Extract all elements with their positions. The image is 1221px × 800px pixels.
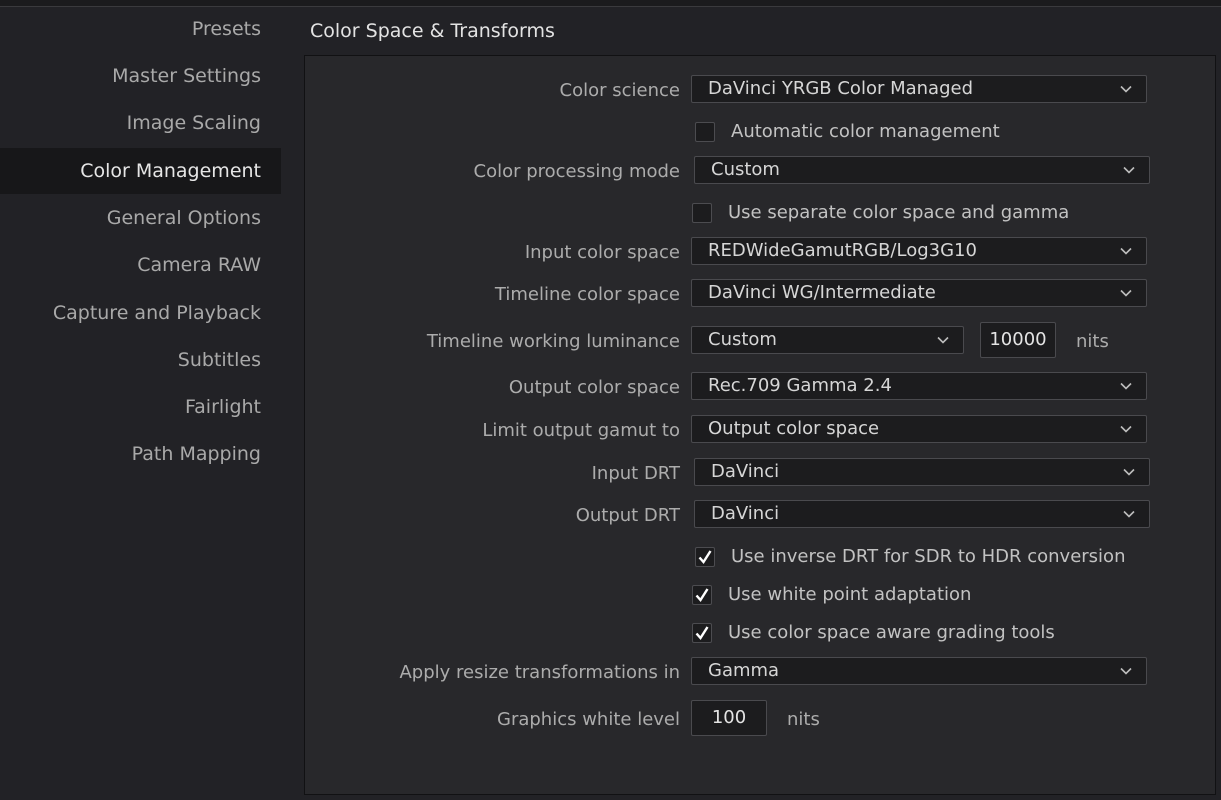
row-color-processing-mode: Color processing mode Custom — [305, 156, 1215, 190]
color-science-label: Color science — [559, 80, 680, 101]
timeline-luminance-nits-input[interactable]: 10000 — [980, 322, 1056, 358]
resize-transformations-value: Gamma — [708, 660, 780, 681]
color-processing-mode-label: Color processing mode — [473, 161, 681, 182]
input-drt-dropdown[interactable]: DaVinci — [694, 458, 1150, 486]
auto-color-management-checkbox[interactable] — [695, 122, 715, 142]
chevron-down-icon — [1120, 83, 1132, 95]
settings-sidebar: Presets Master Settings Image Scaling Co… — [0, 6, 281, 800]
chevron-down-icon — [1120, 245, 1132, 257]
timeline-color-space-label: Timeline color space — [494, 284, 680, 305]
timeline-luminance-value: Custom — [708, 329, 777, 350]
color-processing-mode-value: Custom — [711, 159, 780, 180]
timeline-color-space-value: DaVinci WG/Intermediate — [708, 282, 936, 303]
timeline-luminance-unit: nits — [1076, 331, 1109, 352]
inverse-drt-label: Use inverse DRT for SDR to HDR conversio… — [731, 546, 1126, 567]
input-drt-label: Input DRT — [591, 463, 680, 484]
chevron-down-icon — [1120, 287, 1132, 299]
limit-output-gamut-dropdown[interactable]: Output color space — [691, 415, 1147, 443]
sidebar-item-presets[interactable]: Presets — [0, 6, 281, 52]
resize-transformations-label: Apply resize transformations in — [399, 662, 680, 683]
row-timeline-color-space: Timeline color space DaVinci WG/Intermed… — [305, 279, 1215, 313]
cs-aware-tools-label: Use color space aware grading tools — [728, 622, 1055, 643]
output-drt-dropdown[interactable]: DaVinci — [694, 500, 1150, 528]
row-output-color-space: Output color space Rec.709 Gamma 2.4 — [305, 372, 1215, 406]
sidebar-item-master-settings[interactable]: Master Settings — [0, 53, 281, 99]
output-color-space-value: Rec.709 Gamma 2.4 — [708, 375, 892, 396]
row-output-drt: Output DRT DaVinci — [305, 500, 1215, 534]
check-icon — [695, 588, 709, 602]
limit-output-gamut-label: Limit output gamut to — [482, 420, 680, 441]
graphics-white-level-input[interactable]: 100 — [691, 700, 767, 736]
sidebar-item-color-management[interactable]: Color Management — [0, 148, 281, 194]
row-input-color-space: Input color space REDWideGamutRGB/Log3G1… — [305, 237, 1215, 271]
chevron-down-icon — [1123, 164, 1135, 176]
chevron-down-icon — [1123, 508, 1135, 520]
input-color-space-label: Input color space — [524, 242, 680, 263]
white-point-adaptation-label: Use white point adaptation — [728, 584, 972, 605]
output-drt-value: DaVinci — [711, 503, 780, 524]
color-science-value: DaVinci YRGB Color Managed — [708, 78, 973, 99]
row-color-science: Color science DaVinci YRGB Color Managed — [305, 75, 1215, 109]
row-graphics-white-level: Graphics white level 100 nits — [305, 700, 1215, 738]
input-drt-value: DaVinci — [711, 461, 780, 482]
row-timeline-working-luminance: Timeline working luminance Custom 10000 … — [305, 322, 1215, 360]
output-drt-label: Output DRT — [575, 505, 680, 526]
color-processing-mode-dropdown[interactable]: Custom — [694, 156, 1150, 184]
limit-output-gamut-value: Output color space — [708, 418, 880, 439]
sidebar-item-camera-raw[interactable]: Camera RAW — [0, 242, 281, 288]
resize-transformations-dropdown[interactable]: Gamma — [691, 657, 1147, 685]
row-input-drt: Input DRT DaVinci — [305, 458, 1215, 492]
input-color-space-value: REDWideGamutRGB/Log3G10 — [708, 240, 977, 261]
check-icon — [698, 550, 712, 564]
chevron-down-icon — [1120, 423, 1132, 435]
sidebar-item-path-mapping[interactable]: Path Mapping — [0, 431, 281, 477]
check-icon — [695, 626, 709, 640]
white-point-adaptation-checkbox[interactable] — [692, 585, 712, 605]
chevron-down-icon — [1120, 380, 1132, 392]
separate-cs-gamma-label: Use separate color space and gamma — [728, 202, 1070, 223]
color-settings-panel: Color science DaVinci YRGB Color Managed… — [304, 55, 1216, 795]
output-color-space-label: Output color space — [508, 377, 680, 398]
input-color-space-dropdown[interactable]: REDWideGamutRGB/Log3G10 — [691, 237, 1147, 265]
row-limit-output-gamut: Limit output gamut to Output color space — [305, 415, 1215, 449]
separate-cs-gamma-checkbox[interactable] — [692, 203, 712, 223]
sidebar-item-image-scaling[interactable]: Image Scaling — [0, 100, 281, 146]
sidebar-item-general-options[interactable]: General Options — [0, 195, 281, 241]
row-resize-transformations: Apply resize transformations in Gamma — [305, 657, 1215, 691]
timeline-luminance-dropdown[interactable]: Custom — [691, 326, 964, 354]
timeline-color-space-dropdown[interactable]: DaVinci WG/Intermediate — [691, 279, 1147, 307]
chevron-down-icon — [937, 334, 949, 346]
section-title: Color Space & Transforms — [310, 20, 555, 42]
color-science-dropdown[interactable]: DaVinci YRGB Color Managed — [691, 75, 1147, 103]
auto-color-management-label: Automatic color management — [731, 121, 1000, 142]
sidebar-item-subtitles[interactable]: Subtitles — [0, 337, 281, 383]
chevron-down-icon — [1123, 466, 1135, 478]
graphics-white-level-unit: nits — [787, 709, 820, 730]
chevron-down-icon — [1120, 665, 1132, 677]
output-color-space-dropdown[interactable]: Rec.709 Gamma 2.4 — [691, 372, 1147, 400]
cs-aware-tools-checkbox[interactable] — [692, 623, 712, 643]
graphics-white-level-label: Graphics white level — [497, 709, 680, 730]
sidebar-item-capture-playback[interactable]: Capture and Playback — [0, 290, 281, 336]
sidebar-item-fairlight[interactable]: Fairlight — [0, 384, 281, 430]
inverse-drt-checkbox[interactable] — [695, 547, 715, 567]
timeline-luminance-label: Timeline working luminance — [426, 331, 680, 352]
